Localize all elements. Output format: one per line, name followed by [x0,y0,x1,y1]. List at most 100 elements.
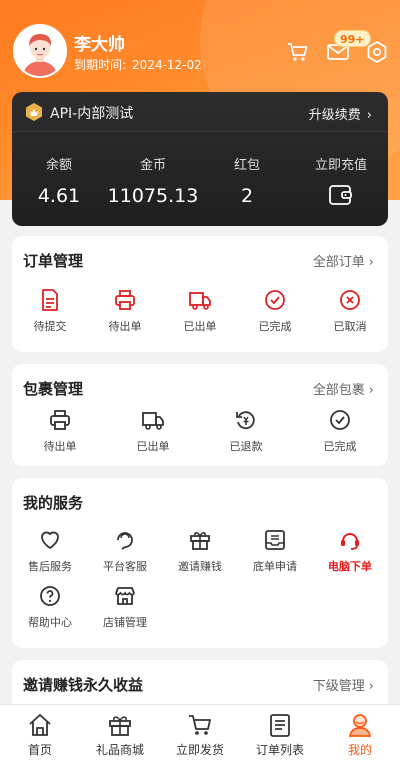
item-label: 待提交 [33,320,67,333]
truck-icon [189,292,211,310]
tab-order-list[interactable]: 订单列表 [240,711,320,758]
list-icon [270,714,290,737]
vip-title: API-内部测试 [50,106,134,122]
expire-date: 2024-12-02 [132,58,202,72]
tab-ship-now[interactable]: 立即发货 [160,711,240,758]
recharge-button[interactable]: 立即充值 [294,154,388,207]
bottom-tab-bar: 首页 礼品商城 立即发货 订单列表 我的 [0,704,400,760]
red-packet-stat[interactable]: 红包 2 [200,154,294,207]
upgrade-renew-label: 升级续费 [308,108,361,123]
refund-icon [236,411,255,430]
order-pending-print[interactable]: 待出单 [87,288,163,334]
stat-value: 2 [240,185,254,207]
expire-label: 到期时间: [74,58,127,72]
tab-label: 首页 [27,743,52,757]
parcel-pending-print[interactable]: 待出单 [22,408,98,454]
tab-label: 立即发货 [175,743,224,757]
stat-value: 11075.13 [107,185,199,207]
chevron-right-icon: › [368,255,374,270]
item-label: 售后服务 [28,560,72,573]
stat-label: 余额 [45,158,72,173]
service-receipt-request[interactable]: 底单申请 [237,528,313,574]
tab-gift-mall[interactable]: 礼品商城 [80,711,160,758]
coin-stat[interactable]: 金币 11075.13 [106,154,200,207]
tab-mine[interactable]: 我的 [320,711,400,758]
service-desktop-order[interactable]: 电脑下单 [312,528,388,574]
item-label: 待出单 [43,440,77,453]
headset-icon [341,533,359,550]
parcel-printed[interactable]: 已出单 [115,408,191,454]
inbox-icon [265,530,285,550]
parcel-refunded[interactable]: 已退款 [208,408,284,454]
service-platform-support[interactable]: 平台客服 [87,528,163,574]
item-label: 帮助中心 [28,616,72,629]
printer-icon [115,290,135,310]
parcel-completed[interactable]: 已完成 [302,408,378,454]
gift-icon [190,532,210,550]
tab-label: 订单列表 [255,743,304,757]
order-completed[interactable]: 已完成 [237,288,313,334]
vip-card: API-内部测试 升级续费 › 余额 4.61 金币 11075.13 红包 2 … [12,92,388,226]
item-label: 电脑下单 [328,560,372,573]
item-label: 已完成 [323,440,357,453]
item-label: 邀请赚钱 [178,560,222,573]
cart-icon[interactable] [286,40,310,64]
x-circle-icon [340,290,360,310]
service-help-center[interactable]: 帮助中心 [12,584,88,630]
all-orders-link[interactable]: 全部订单 › [313,251,374,270]
service-invite-earn[interactable]: 邀请赚钱 [162,528,238,574]
all-parcels-link[interactable]: 全部包裹 › [313,379,374,398]
service-after-sales[interactable]: 售后服务 [12,528,88,574]
subordinate-management-label: 下级管理 [312,679,365,694]
cart-icon [189,715,211,735]
section-title: 邀请赚钱永久收益 [23,676,144,694]
wallet-icon [329,185,352,205]
check-circle-icon [330,410,350,430]
tab-label: 礼品商城 [95,743,144,757]
balance-stat[interactable]: 余额 4.61 [12,154,106,207]
section-title: 包裹管理 [23,380,84,398]
my-services-card: 我的服务 售后服务 平台客服 邀请赚钱 底单申请 电脑下单 帮助中心 店铺管理 [12,478,388,648]
avatar[interactable] [13,24,67,78]
document-icon [42,289,58,311]
customer-service-icon [117,532,133,550]
truck-icon [142,412,164,430]
item-label: 已取消 [333,320,367,333]
tab-label: 我的 [347,743,372,757]
settings-icon[interactable] [365,40,389,64]
stat-label: 金币 [139,158,166,173]
item-label: 店铺管理 [103,616,147,629]
order-printed[interactable]: 已出单 [162,288,238,334]
gift-icon [109,716,131,736]
upgrade-renew-link[interactable]: 升级续费 › [309,104,372,123]
expire-info: 到期时间: 2024-12-02 [74,56,208,73]
heart-icon [41,531,59,549]
check-circle-icon [265,290,285,310]
parcel-management-card: 包裹管理 全部包裹 › 待出单 已出单 已退款 已完成 [12,364,388,466]
item-label: 平台客服 [103,560,147,573]
order-management-card: 订单管理 全部订单 › 待提交 待出单 已出单 已完成 已取消 [12,236,388,352]
printer-icon [50,410,70,430]
chevron-right-icon: › [368,383,374,398]
stat-label: 立即充值 [314,158,367,173]
stat-value: 4.61 [37,185,81,207]
all-parcels-label: 全部包裹 [312,383,365,398]
item-label: 已完成 [258,320,292,333]
item-label: 已出单 [136,440,170,453]
order-pending-submit[interactable]: 待提交 [12,288,88,334]
chevron-right-icon: › [366,108,372,123]
item-label: 已出单 [183,320,217,333]
all-orders-label: 全部订单 [312,255,365,270]
help-icon [40,586,60,606]
service-store-management[interactable]: 店铺管理 [87,584,163,630]
home-icon [29,714,51,736]
store-icon [115,587,135,605]
stat-label: 红包 [233,158,260,173]
vip-badge-icon [26,103,42,121]
item-label: 底单申请 [253,560,297,573]
subordinate-management-link[interactable]: 下级管理 › [313,675,374,694]
section-title: 订单管理 [23,252,84,270]
tab-home[interactable]: 首页 [0,711,80,758]
profile-icon [348,714,372,737]
order-cancelled[interactable]: 已取消 [312,288,388,334]
